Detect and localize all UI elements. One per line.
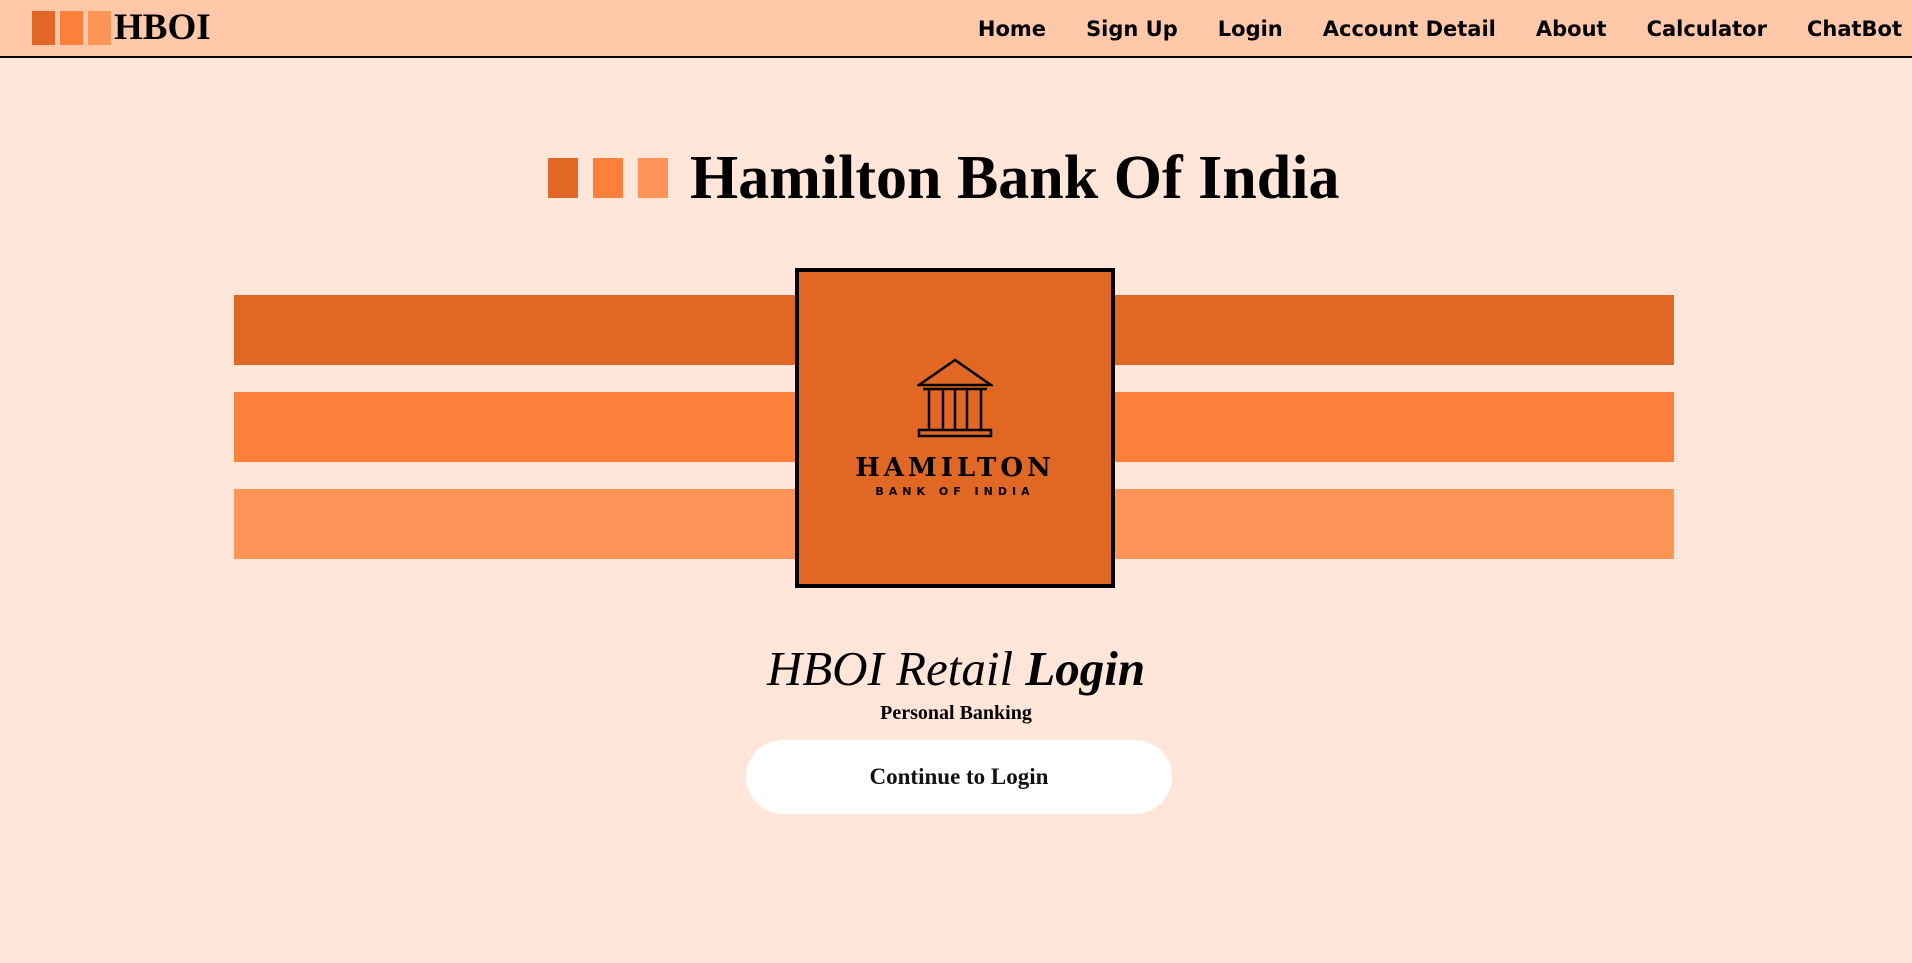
title-square-light (638, 158, 668, 198)
title-square-dark (548, 158, 578, 198)
nav-account-detail[interactable]: Account Detail (1323, 14, 1496, 44)
continue-to-login-button[interactable]: Continue to Login (746, 740, 1172, 814)
bank-building-icon (917, 358, 993, 438)
nav-sign-up[interactable]: Sign Up (1086, 14, 1178, 44)
page-title: Hamilton Bank Of India (690, 144, 1340, 212)
nav-home[interactable]: Home (978, 14, 1046, 44)
brand-square-dark (32, 11, 55, 45)
brand-name: HBOI (114, 7, 211, 48)
bank-logo: HAMILTON BANK OF INDIA (795, 268, 1115, 588)
title-square-mid (593, 158, 623, 198)
brand-square-mid (60, 11, 83, 45)
brand-logo[interactable]: HBOI (32, 7, 211, 48)
title-row: Hamilton Bank Of India (548, 140, 1339, 216)
nav-login[interactable]: Login (1218, 14, 1283, 44)
login-heading: HBOI Retail Login (0, 640, 1912, 698)
login-heading-emphasis: Login (1025, 641, 1146, 696)
login-heading-prefix: HBOI Retail (766, 641, 1014, 696)
nav-about[interactable]: About (1536, 14, 1607, 44)
nav-calculator[interactable]: Calculator (1647, 14, 1767, 44)
nav-chatbot[interactable]: ChatBot (1807, 14, 1902, 44)
logo-bank-name: HAMILTON (855, 453, 1055, 483)
navbar: HBOI Home Sign Up Login Account Detail A… (0, 0, 1912, 58)
logo-bank-subtitle: BANK OF INDIA (875, 485, 1035, 498)
login-subheading: Personal Banking (880, 702, 1032, 724)
brand-square-light (88, 11, 111, 45)
nav-links: Home Sign Up Login Account Detail About … (938, 14, 1902, 44)
